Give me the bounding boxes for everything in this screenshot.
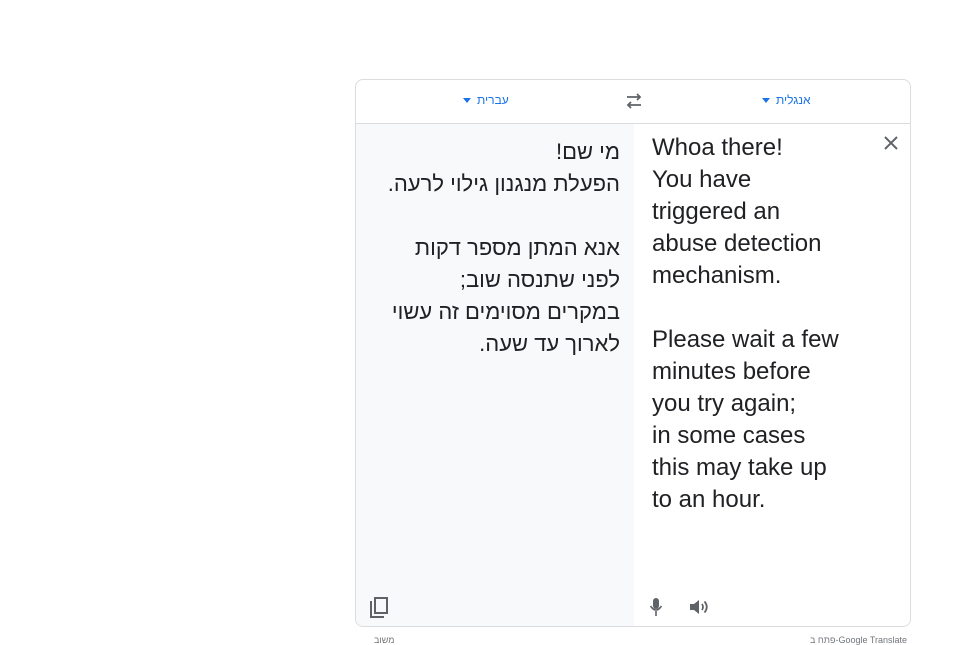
- target-language-label: אנגלית: [776, 93, 811, 107]
- chevron-down-icon: [762, 97, 770, 103]
- swap-languages-icon[interactable]: [623, 92, 645, 110]
- target-language-selector[interactable]: אנגלית: [762, 93, 811, 107]
- open-in-google-translate-link[interactable]: פתח ב-Google Translate: [810, 635, 907, 645]
- translation-pane: Whoa there! You have triggered an abuse …: [634, 124, 910, 626]
- source-text[interactable]: מי שם! הפעלת מנגנון גילוי לרעה. אנא המתן…: [360, 136, 620, 360]
- copy-icon[interactable]: [368, 596, 390, 620]
- feedback-link[interactable]: משוב: [374, 635, 394, 645]
- microphone-icon[interactable]: [649, 597, 663, 617]
- close-icon[interactable]: [882, 134, 900, 152]
- speaker-icon[interactable]: [688, 597, 710, 617]
- source-pane: מי שם! הפעלת מנגנון גילוי לרעה. אנא המתן…: [356, 124, 634, 626]
- chevron-down-icon: [463, 97, 471, 103]
- source-language-selector[interactable]: עברית: [463, 93, 509, 107]
- source-language-label: עברית: [477, 93, 509, 107]
- translate-widget: עברית אנגלית מי שם! הפעלת מנגנון גילוי ל…: [355, 79, 911, 627]
- language-bar: עברית אנגלית: [356, 80, 910, 124]
- translation-text: Whoa there! You have triggered an abuse …: [652, 134, 839, 513]
